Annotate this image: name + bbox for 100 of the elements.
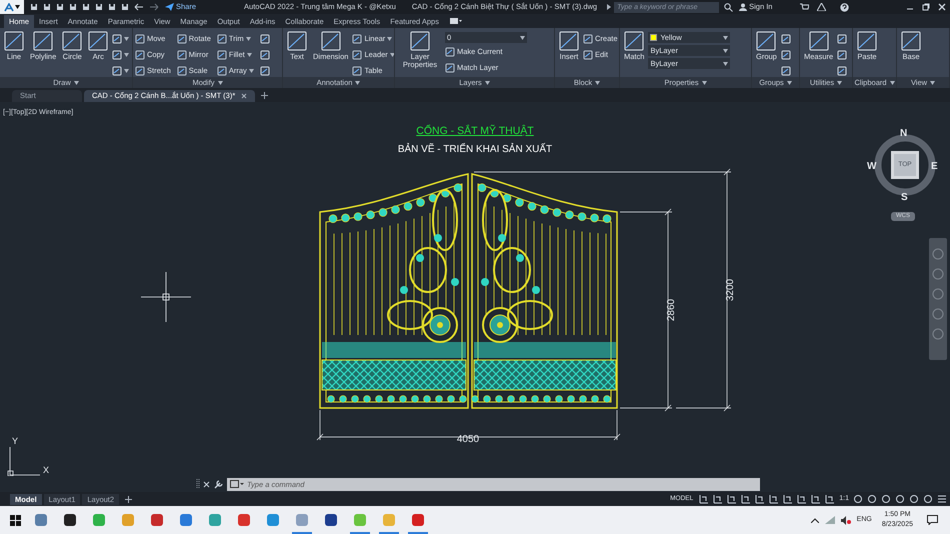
triangle-icon[interactable] [817, 3, 826, 11]
help-icon[interactable] [840, 2, 850, 12]
ucs-axis-icon [8, 446, 40, 476]
close-icon[interactable] [203, 480, 210, 488]
speaker-muted-icon[interactable] [840, 516, 851, 524]
compass-direction[interactable]: E [931, 159, 938, 174]
tool-icon[interactable] [583, 50, 593, 60]
caret-icon[interactable] [595, 80, 600, 84]
close-icon[interactable] [241, 93, 248, 99]
toolbar-file-icon[interactable] [95, 3, 103, 11]
tool-icon[interactable] [112, 34, 122, 44]
caret-icon[interactable] [74, 80, 79, 84]
wrench-icon[interactable] [214, 480, 223, 488]
toolbar-file-icon[interactable] [108, 3, 116, 11]
tool-icon[interactable] [33, 31, 54, 51]
tool-icon[interactable] [287, 31, 307, 51]
notification-icon[interactable] [927, 515, 938, 525]
tool-icon[interactable] [901, 31, 921, 51]
tool-icon[interactable] [624, 31, 644, 51]
status-toggle-icon[interactable] [713, 494, 724, 504]
caret-icon[interactable] [930, 80, 936, 84]
caret-icon[interactable] [890, 80, 895, 84]
command-history-button[interactable] [227, 478, 247, 490]
tool-icon[interactable] [135, 34, 145, 44]
status-toggle-icon[interactable] [727, 494, 738, 504]
status-toggle-icon[interactable] [783, 494, 794, 504]
caret-icon[interactable] [837, 80, 842, 84]
status-toggle-icon[interactable] [797, 494, 808, 504]
caret-icon[interactable] [723, 48, 728, 52]
toolbar-file-icon[interactable] [43, 3, 51, 11]
tool-icon[interactable] [135, 50, 145, 60]
toolbar-file-icon[interactable] [56, 3, 64, 11]
restore-icon[interactable] [922, 3, 930, 11]
tool-icon[interactable] [410, 31, 430, 51]
chevron-up-icon[interactable] [810, 518, 819, 522]
tool-icon[interactable] [216, 66, 227, 76]
tool-icon[interactable] [857, 31, 877, 51]
status-toggle-icon[interactable] [699, 494, 710, 504]
status-toggle-icon[interactable] [769, 494, 780, 504]
tool-icon[interactable] [808, 31, 829, 51]
caret-icon[interactable] [723, 36, 728, 40]
caret-icon[interactable] [786, 80, 792, 84]
drawing-title: CỔNG - SẮT MỸ THUẬT [415, 124, 535, 139]
new-layout-icon[interactable] [125, 496, 132, 502]
close-icon[interactable] [938, 3, 946, 11]
menu-icon[interactable] [937, 494, 947, 504]
status-toggle-icon[interactable] [811, 494, 822, 504]
tool-icon[interactable] [62, 31, 82, 51]
toolbar-file-icon[interactable] [82, 3, 90, 11]
status-toggle-icon[interactable] [825, 494, 836, 504]
tool-icon[interactable] [112, 50, 122, 60]
caret-icon[interactable] [702, 80, 707, 84]
new-tab-icon[interactable] [261, 92, 268, 99]
ribbon-icon-button[interactable] [112, 32, 130, 45]
caret-icon[interactable] [520, 36, 525, 40]
tool-icon[interactable] [445, 62, 455, 72]
caret-icon[interactable] [218, 80, 223, 84]
tool-icon[interactable] [320, 31, 341, 51]
panel-toggle-icon[interactable] [450, 18, 462, 25]
search-icon[interactable] [724, 2, 734, 12]
caret-icon[interactable] [15, 5, 20, 9]
tool-icon[interactable] [176, 50, 187, 60]
cart-icon[interactable] [800, 3, 810, 11]
tool-icon[interactable] [352, 50, 362, 60]
redo-icon[interactable] [149, 3, 159, 11]
ribbon-icon-button[interactable] [112, 48, 130, 61]
tool-icon[interactable] [135, 66, 145, 76]
tool-icon[interactable] [559, 31, 579, 51]
compass-direction[interactable]: N [900, 126, 908, 141]
tool-icon[interactable] [112, 66, 122, 76]
caret-icon[interactable] [484, 80, 490, 84]
grip-icon[interactable] [196, 479, 200, 489]
tool-icon[interactable] [756, 31, 776, 51]
dimension-text: 2860 [666, 298, 677, 322]
toolbar-file-icon[interactable] [69, 3, 77, 11]
tool-icon[interactable] [216, 34, 227, 44]
expand-icon[interactable] [607, 4, 612, 10]
tool-icon[interactable] [216, 50, 227, 60]
status-toggle-icon[interactable] [755, 494, 766, 504]
status-toggle-icon[interactable] [741, 494, 752, 504]
tool-icon[interactable] [445, 46, 455, 56]
compass-direction[interactable]: W [867, 159, 876, 174]
application-menu-button[interactable] [0, 0, 24, 14]
ribbon-icon-button[interactable] [112, 64, 130, 77]
tool-icon[interactable] [583, 34, 593, 44]
undo-icon[interactable] [134, 3, 144, 11]
caret-icon[interactable] [723, 62, 728, 66]
app-icon [353, 513, 367, 527]
dimension-text: 4050 [456, 434, 480, 445]
tool-icon[interactable] [352, 34, 362, 44]
toolbar-file-icon[interactable] [121, 3, 129, 11]
windows-start-icon[interactable] [10, 514, 21, 526]
toolbar-file-icon[interactable] [30, 3, 38, 11]
compass-direction[interactable]: S [901, 190, 908, 205]
tool-icon[interactable] [176, 34, 187, 44]
tool-icon[interactable] [88, 31, 108, 51]
tool-icon[interactable] [352, 66, 362, 76]
tool-icon[interactable] [4, 31, 24, 51]
caret-icon[interactable] [355, 80, 360, 84]
tool-icon[interactable] [176, 66, 187, 76]
